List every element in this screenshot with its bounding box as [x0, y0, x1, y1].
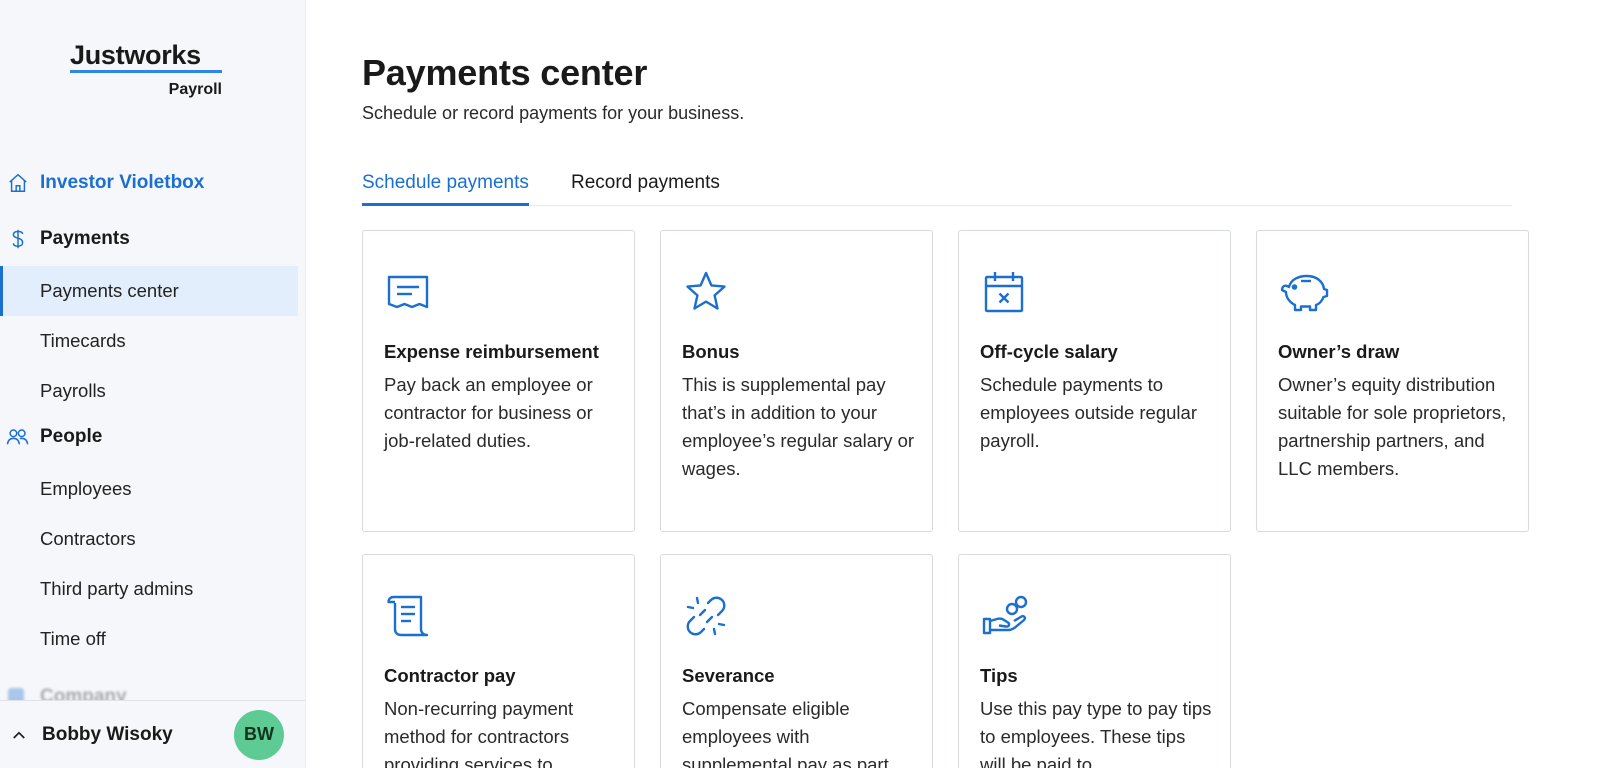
home-icon — [6, 171, 30, 195]
scroll-icon — [385, 593, 431, 639]
card-description: Compensate eligible employees with suppl… — [682, 698, 889, 768]
card-title: Expense reimbursement — [384, 341, 599, 362]
receipt-icon — [385, 269, 431, 315]
card-bonus[interactable]: Bonus This is supplemental pay that’s in… — [660, 230, 933, 532]
logo-product: Payroll — [168, 81, 222, 98]
sidebar-item-time-off[interactable]: Time off — [0, 614, 298, 664]
sidebar-section-people[interactable]: People — [0, 416, 305, 458]
card-title: Off-cycle salary — [980, 341, 1118, 362]
sidebar-section-payments[interactable]: Payments — [0, 218, 305, 260]
account-name: Investor Violetbox — [40, 172, 205, 193]
card-description: Schedule payments to employees outside r… — [980, 374, 1197, 451]
sidebar-item-timecards[interactable]: Timecards — [0, 316, 298, 366]
dollar-icon — [6, 227, 30, 251]
card-tips[interactable]: Tips Use this pay type to pay tips to em… — [958, 554, 1231, 768]
card-description: Pay back an employee or contractor for b… — [384, 374, 593, 451]
justworks-logo[interactable]: Justworks Payroll — [70, 40, 222, 99]
avatar[interactable]: BW — [234, 709, 284, 760]
logo-wordmark: Justworks — [70, 40, 222, 73]
user-name: Bobby Wisoky — [42, 723, 173, 745]
card-description: Owner’s equity distribution suitable for… — [1278, 374, 1507, 479]
page-subtitle: Schedule or record payments for your bus… — [362, 103, 745, 123]
sidebar-account[interactable]: Investor Violetbox — [0, 162, 305, 204]
sidebar-item-payrolls[interactable]: Payrolls — [0, 366, 298, 416]
tab-record-payments[interactable]: Record payments — [571, 172, 720, 206]
main-content: Payments center Schedule or record payme… — [362, 0, 1529, 768]
sidebar-item-third-party-admins[interactable]: Third party admins — [0, 564, 298, 614]
sidebar-item-contractors[interactable]: Contractors — [0, 514, 298, 564]
star-icon — [683, 269, 729, 315]
card-title: Tips — [980, 665, 1018, 686]
section-label: People — [40, 426, 103, 447]
card-description: This is supplemental pay that’s in addit… — [682, 374, 915, 479]
card-expense-reimbursement[interactable]: Expense reimbursement Pay back an employ… — [362, 230, 635, 532]
tab-schedule-payments[interactable]: Schedule payments — [362, 172, 529, 206]
card-title: Owner’s draw — [1278, 341, 1400, 362]
sidebar-item-payments-center[interactable]: Payments center — [0, 266, 298, 316]
piggy-bank-icon — [1279, 269, 1329, 315]
page-title: Payments center — [362, 52, 648, 93]
card-severance[interactable]: Severance Compensate eligible employees … — [660, 554, 933, 768]
card-title: Bonus — [682, 341, 740, 362]
chevron-up-icon[interactable] — [8, 724, 30, 746]
sidebar: Justworks Payroll Investor Violetbox Pay… — [0, 0, 306, 768]
card-description: Non-recurring payment method for contrac… — [384, 698, 574, 768]
calendar-x-icon — [981, 269, 1027, 315]
card-off-cycle-salary[interactable]: Off-cycle salary Schedule payments to em… — [958, 230, 1231, 532]
card-description: Use this pay type to pay tips to employe… — [980, 698, 1212, 768]
user-menu[interactable]: Bobby Wisoky BW — [0, 700, 305, 768]
card-title: Severance — [682, 665, 775, 686]
tab-bar: Schedule payments Record payments — [362, 168, 1512, 206]
sidebar-item-employees[interactable]: Employees — [0, 464, 298, 514]
card-owners-draw[interactable]: Owner’s draw Owner’s equity distribution… — [1256, 230, 1529, 532]
card-contractor-pay[interactable]: Contractor pay Non-recurring payment met… — [362, 554, 635, 768]
hand-coins-icon — [981, 593, 1028, 639]
card-title: Contractor pay — [384, 665, 516, 686]
section-label: Payments — [40, 228, 130, 249]
sidebar-nav: Investor Violetbox Payments Payments cen… — [0, 162, 305, 664]
broken-link-icon — [683, 593, 729, 639]
people-icon — [6, 425, 30, 449]
